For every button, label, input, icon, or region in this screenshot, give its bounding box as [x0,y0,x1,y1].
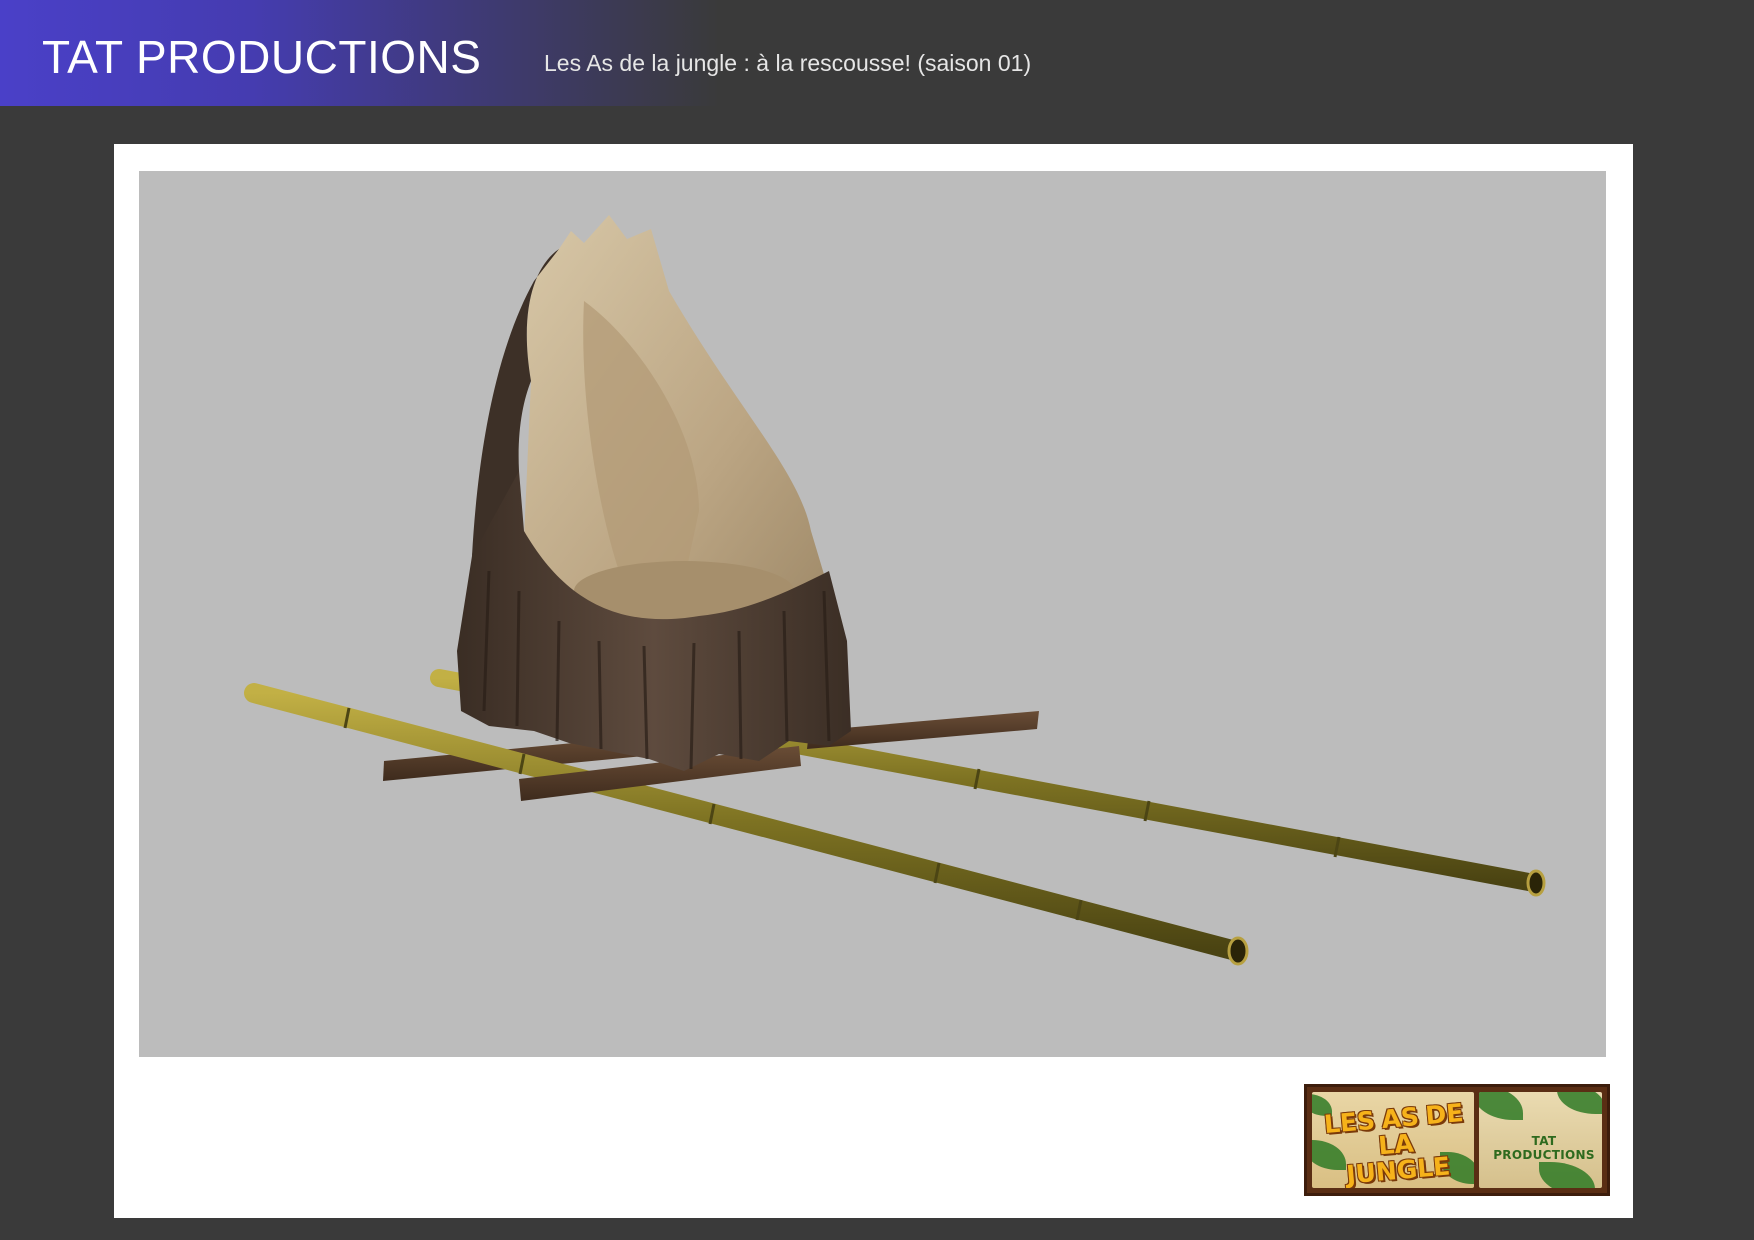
footer-logo-strip: LES AS DE LA JUNGLE TAT PRODUCTIONS [1304,1084,1610,1196]
studio-logo: TAT PRODUCTIONS [1479,1092,1602,1188]
project-subtitle: Les As de la jungle : à la rescousse! (s… [544,50,1032,76]
throne-render-image [244,215,1546,966]
render-viewport [139,171,1606,1057]
presentation-frame: LES AS DE LA JUNGLE TAT PRODUCTIONS [114,144,1633,1218]
studio-logo-text: TAT PRODUCTIONS [1493,1134,1595,1162]
series-logo-text: LES AS DE LA JUNGLE [1322,1098,1465,1188]
leaf-decoration [1539,1162,1595,1188]
leaf-decoration [1557,1092,1602,1114]
brand-title: TAT PRODUCTIONS [42,31,482,83]
series-logo: LES AS DE LA JUNGLE [1312,1092,1474,1188]
leaf-decoration [1479,1092,1523,1120]
